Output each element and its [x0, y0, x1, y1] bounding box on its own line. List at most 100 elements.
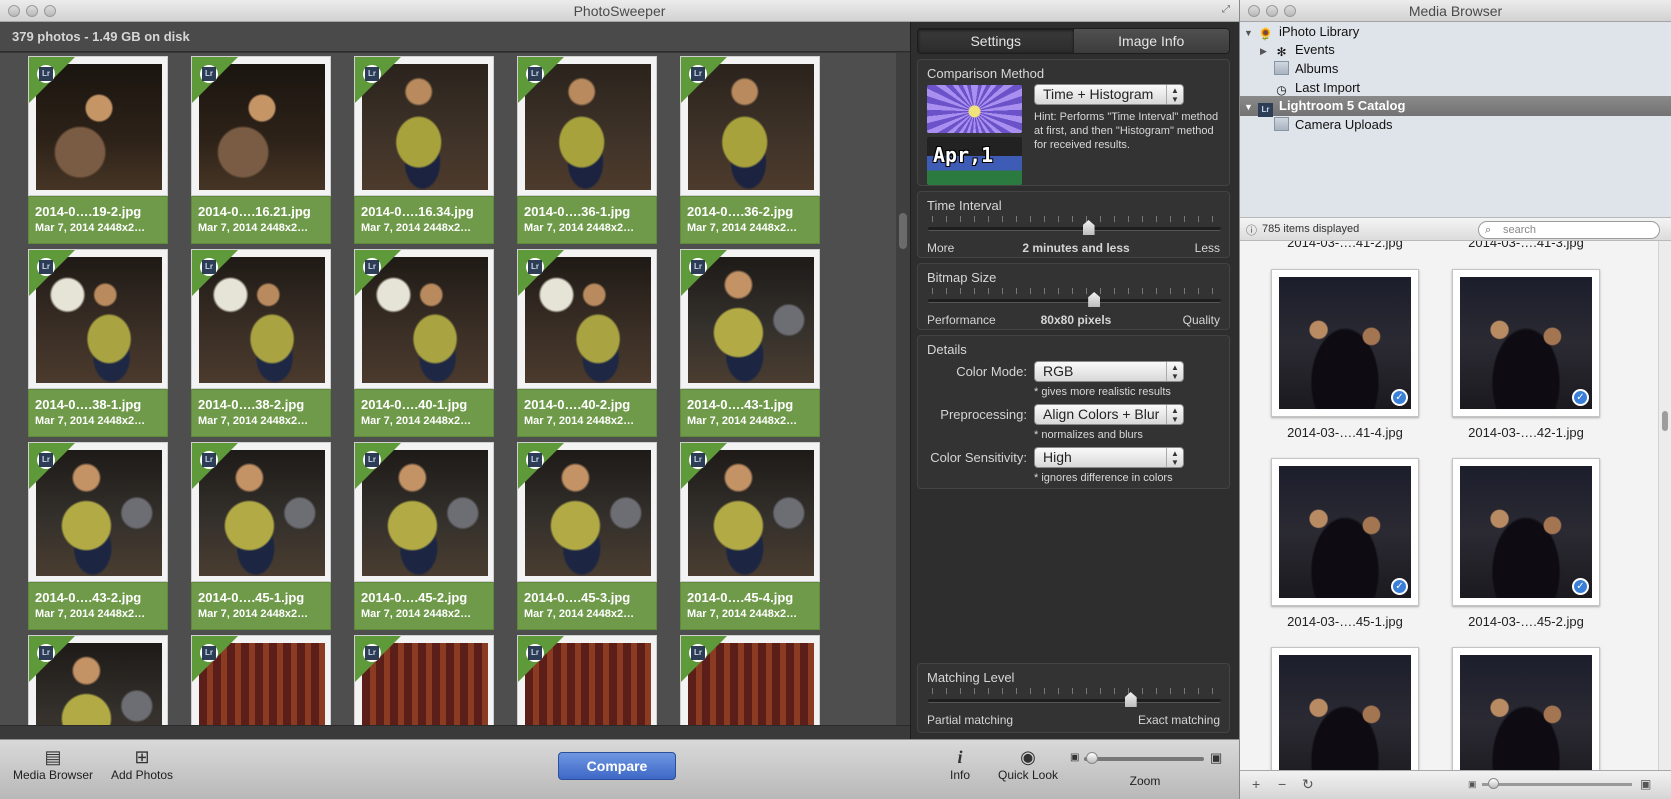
bitmap-size-section: Bitmap Size Performance 80x80 pixels Qua…: [917, 263, 1230, 330]
media-browser-window: Media Browser ▼ 🌻 iPhoto Library ▶ ✻ Events Al…: [1239, 0, 1671, 799]
media-thumbnail[interactable]: ✓: [1452, 269, 1600, 417]
lightroom-badge-text: Lr: [365, 453, 379, 467]
slider-knob[interactable]: [1088, 292, 1101, 307]
slider-knob[interactable]: [1082, 220, 1095, 235]
checkmark-icon: ✓: [1572, 389, 1589, 406]
disclosure-triangle-icon[interactable]: ▼: [1244, 97, 1258, 117]
media-thumbnail[interactable]: [1452, 647, 1600, 770]
thumb-size-knob[interactable]: [1488, 778, 1499, 789]
lightroom-badge-text: Lr: [202, 453, 216, 467]
source-item[interactable]: Albums: [1240, 59, 1671, 79]
bitmap-size-max-label: Quality: [1182, 313, 1220, 327]
photo-card[interactable]: Lr: [517, 635, 657, 725]
media-thumbnail[interactable]: ✓: [1452, 458, 1600, 606]
photo-card[interactable]: Lr 2014-0….40-1.jpg Mar 7, 2014 2448x2…: [354, 249, 494, 439]
photo-card[interactable]: Lr: [28, 635, 168, 725]
time-interval-slider[interactable]: [928, 216, 1221, 240]
info-label: Info: [949, 768, 970, 782]
scrollbar-thumb[interactable]: [899, 213, 907, 249]
photo-card[interactable]: Lr 2014-0….36-2.jpg Mar 7, 2014 2448x2…: [680, 56, 820, 246]
source-item[interactable]: ◷ Last Import: [1240, 78, 1671, 98]
zoom-window-button[interactable]: [44, 5, 56, 17]
photo-filename: 2014-0….38-1.jpg: [35, 397, 142, 412]
zoom-knob[interactable]: [1086, 752, 1098, 764]
media-search-input[interactable]: ⌕ search: [1478, 221, 1660, 239]
color-mode-select[interactable]: RGB ▲ ▼: [1034, 361, 1184, 382]
media-thumbnail[interactable]: ✓: [1271, 458, 1419, 606]
media-image: [1279, 277, 1411, 409]
zoom-window-button[interactable]: [1284, 5, 1296, 17]
photo-frame: Lr: [354, 56, 494, 196]
lightroom-icon: Lr: [689, 644, 707, 662]
photo-card[interactable]: Lr 2014-0….36-1.jpg Mar 7, 2014 2448x2…: [517, 56, 657, 246]
zoom-track: [1084, 757, 1204, 761]
lightroom-badge-text: Lr: [528, 646, 542, 660]
color-sensitivity-value: High: [1043, 449, 1072, 465]
lightroom-icon: Lr: [526, 65, 544, 83]
scrollbar-thumb[interactable]: [1662, 411, 1668, 431]
refresh-icon[interactable]: ↻: [1302, 776, 1314, 793]
photo-card[interactable]: Lr 2014-0….16.34.jpg Mar 7, 2014 2448x2…: [354, 56, 494, 246]
add-icon[interactable]: +: [1252, 776, 1260, 792]
tab-settings[interactable]: Settings: [918, 29, 1074, 53]
source-item[interactable]: ▶ ✻ Events: [1240, 40, 1671, 60]
close-window-button[interactable]: [1248, 5, 1260, 17]
comparison-hint: Hint: Performs "Time Interval" method at…: [1034, 111, 1219, 151]
photo-card[interactable]: Lr 2014-0….38-1.jpg Mar 7, 2014 2448x2…: [28, 249, 168, 439]
matching-level-slider[interactable]: [928, 688, 1221, 712]
disclosure-triangle-icon[interactable]: ▶: [1260, 41, 1274, 61]
checkmark-icon: ✓: [1572, 578, 1589, 595]
lightroom-badge-text: Lr: [365, 646, 379, 660]
slider-knob[interactable]: [1124, 692, 1137, 707]
media-grid[interactable]: 2014-03-….41-2.jpg 2014-03-….41-3.jpg ✓ 2…: [1240, 241, 1658, 770]
photo-card[interactable]: Lr 2014-0….45-1.jpg Mar 7, 2014 2448x2…: [191, 442, 331, 632]
photo-card[interactable]: Lr 2014-0….16.21.jpg Mar 7, 2014 2448x2…: [191, 56, 331, 246]
photo-card[interactable]: Lr: [191, 635, 331, 725]
photo-card[interactable]: Lr 2014-0….45-3.jpg Mar 7, 2014 2448x2…: [517, 442, 657, 632]
remove-icon[interactable]: −: [1278, 776, 1286, 792]
photo-card[interactable]: Lr 2014-0….43-1.jpg Mar 7, 2014 2448x2…: [680, 249, 820, 439]
close-window-button[interactable]: [8, 5, 20, 17]
bitmap-size-slider[interactable]: [928, 288, 1221, 312]
color-sensitivity-select[interactable]: High ▲ ▼: [1034, 447, 1184, 468]
photo-card[interactable]: Lr 2014-0….40-2.jpg Mar 7, 2014 2448x2…: [517, 249, 657, 439]
media-caption: 2014-03-….41-2.jpg: [1287, 241, 1403, 250]
preprocessing-select[interactable]: Align Colors + Blur ▲ ▼: [1034, 404, 1184, 425]
select-arrows-icon: ▲ ▼: [1166, 85, 1183, 104]
source-label: Lightroom 5 Catalog: [1279, 98, 1406, 113]
info-button[interactable]: i Info: [940, 746, 980, 782]
photo-card[interactable]: Lr 2014-0….45-4.jpg Mar 7, 2014 2448x2…: [680, 442, 820, 632]
zoom-slider[interactable]: ▣ ▣: [1070, 750, 1225, 766]
media-vertical-scrollbar[interactable]: [1658, 241, 1671, 770]
fullscreen-icon[interactable]: ⤢: [1219, 4, 1233, 16]
minimize-window-button[interactable]: [1266, 5, 1278, 17]
source-item[interactable]: ▼ Lr Lightroom 5 Catalog: [1240, 96, 1671, 117]
add-photos-button[interactable]: ⊞ Add Photos: [105, 746, 179, 782]
quick-look-button[interactable]: ◉ Quick Look: [990, 746, 1066, 782]
photo-card[interactable]: Lr 2014-0….38-2.jpg Mar 7, 2014 2448x2…: [191, 249, 331, 439]
media-thumbnail[interactable]: [1271, 647, 1419, 770]
minimize-window-button[interactable]: [26, 5, 38, 17]
lightroom-badge-text: Lr: [691, 67, 705, 81]
photo-grid[interactable]: Lr 2014-0….19-2.jpg Mar 7, 2014 2448x2… Lr 2…: [0, 53, 896, 725]
photo-card[interactable]: Lr: [354, 635, 494, 725]
time-interval-max-label: Less: [1194, 241, 1220, 255]
photo-caption: 2014-0….43-1.jpg Mar 7, 2014 2448x2…: [680, 389, 820, 437]
media-browser-button[interactable]: ▤ Media Browser: [8, 746, 98, 782]
photo-card[interactable]: Lr: [680, 635, 820, 725]
comparison-method-select[interactable]: Time + Histogram ▲ ▼: [1034, 84, 1184, 105]
thumb-size-track[interactable]: [1482, 783, 1632, 786]
compare-button[interactable]: Compare: [558, 752, 676, 780]
photo-caption: 2014-0….45-3.jpg Mar 7, 2014 2448x2…: [517, 582, 657, 630]
source-item[interactable]: Camera Uploads: [1240, 115, 1671, 135]
lightroom-badge-text: Lr: [202, 67, 216, 81]
tab-image-info[interactable]: Image Info: [1073, 29, 1229, 53]
grid-vertical-scrollbar[interactable]: [896, 53, 910, 725]
grid-horizontal-scrollbar[interactable]: [0, 725, 910, 739]
media-thumbnail[interactable]: ✓: [1271, 269, 1419, 417]
photo-card[interactable]: Lr 2014-0….43-2.jpg Mar 7, 2014 2448x2…: [28, 442, 168, 632]
source-item[interactable]: ▼ 🌻 iPhoto Library: [1240, 22, 1671, 42]
photo-card[interactable]: Lr 2014-0….45-2.jpg Mar 7, 2014 2448x2…: [354, 442, 494, 632]
lightroom-badge-text: Lr: [365, 260, 379, 274]
photo-card[interactable]: Lr 2014-0….19-2.jpg Mar 7, 2014 2448x2…: [28, 56, 168, 246]
